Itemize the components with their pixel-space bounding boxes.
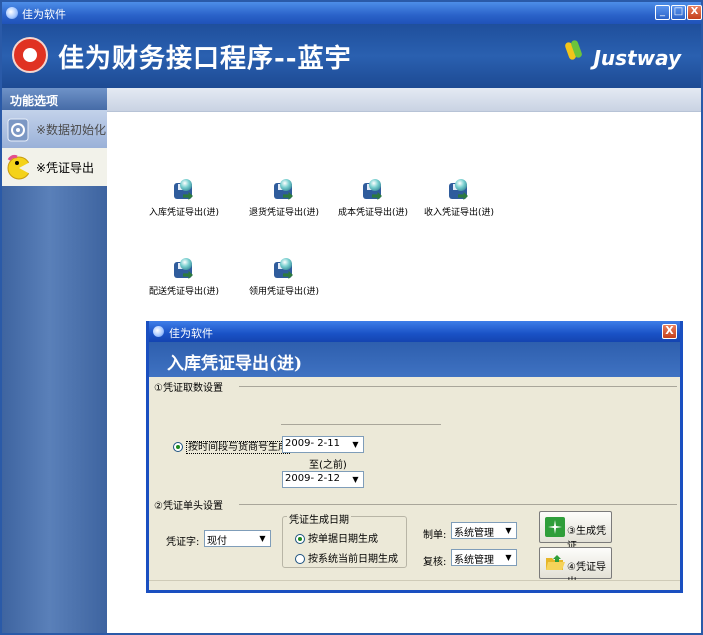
justway-logo-icon bbox=[564, 39, 583, 62]
inbound-voucher-export-item[interactable]: 入库凭证导出(进) bbox=[144, 179, 224, 218]
dialog-heading: 入库凭证导出(进) bbox=[149, 342, 680, 377]
title-bar: 佳为软件 _ □ X bbox=[2, 2, 702, 24]
maker-label: 制单: bbox=[423, 530, 447, 541]
sparkle-icon bbox=[545, 517, 565, 537]
return-voucher-export-item[interactable]: 退货凭证导出(进) bbox=[244, 179, 324, 218]
voucher-type-value: 现付 bbox=[207, 536, 227, 547]
item-label: 成本凭证导出(进) bbox=[337, 208, 409, 218]
maker-select[interactable]: 系统管理 ▼ bbox=[451, 522, 517, 539]
cost-voucher-export-item[interactable]: 成本凭证导出(进) bbox=[333, 179, 413, 218]
chevron-down-icon: ▼ bbox=[352, 475, 359, 484]
date-between-label: 至(之前) bbox=[309, 460, 347, 471]
radio-selected-icon bbox=[173, 442, 183, 452]
date-to-picker[interactable]: 2009- 2-12 ▼ bbox=[282, 471, 364, 488]
chevron-down-icon: ▼ bbox=[352, 440, 359, 449]
sidebar: 功能选项 ※数据初始化 ※凭证导出 bbox=[2, 88, 107, 633]
app-header: 佳为财务接口程序--蓝宇 Justway bbox=[2, 24, 701, 88]
sidebar-item-data-init[interactable]: ※数据初始化 bbox=[2, 110, 107, 148]
generate-voucher-button[interactable]: ③生成凭证 bbox=[539, 511, 612, 552]
section2-divider bbox=[239, 504, 677, 505]
sidebar-heading: 功能选项 bbox=[2, 88, 107, 110]
dialog-status-bar bbox=[149, 580, 680, 590]
time-range-radio-label: 按时间段与货商号生成 bbox=[186, 441, 290, 454]
date-from-picker[interactable]: 2009- 2-11 ▼ bbox=[282, 436, 364, 453]
item-label: 收入凭证导出(进) bbox=[423, 208, 495, 218]
dialog-app-icon bbox=[153, 326, 164, 337]
radio-selected-icon bbox=[295, 534, 305, 544]
voucher-type-select[interactable]: 现付 ▼ bbox=[204, 530, 271, 547]
export-dialog: 佳为软件 X 入库凭证导出(进) ①凭证取数设置 按时间段与货商号生成 2009… bbox=[146, 321, 683, 593]
item-label: 配送凭证导出(进) bbox=[148, 287, 220, 297]
disk-export-icon bbox=[173, 258, 195, 280]
dialog-title: 佳为软件 bbox=[169, 327, 213, 340]
export-voucher-button[interactable]: ④凭证导出 bbox=[539, 547, 612, 588]
maker-value: 系统管理 bbox=[454, 528, 494, 539]
voucher-date-group-title: 凭证生成日期 bbox=[287, 511, 351, 526]
app-icon bbox=[6, 7, 18, 19]
requisition-voucher-export-item[interactable]: 领用凭证导出(进) bbox=[244, 258, 324, 297]
dialog-close-button[interactable]: X bbox=[662, 324, 677, 339]
disk-export-icon bbox=[273, 179, 295, 201]
section1-inner-divider bbox=[281, 424, 441, 425]
voucher-type-label: 凭证字: bbox=[166, 537, 200, 548]
item-label: 退货凭证导出(进) bbox=[248, 208, 320, 218]
sidebar-background bbox=[2, 186, 107, 633]
disk-export-icon bbox=[173, 179, 195, 201]
dialog-title-bar: 佳为软件 X bbox=[149, 321, 680, 342]
date-to-value: 2009- 2-12 bbox=[285, 473, 340, 484]
section2-title: ②凭证单头设置 bbox=[154, 501, 223, 512]
at-sign-icon bbox=[7, 118, 29, 142]
app-title: 佳为财务接口程序--蓝宇 bbox=[58, 44, 352, 74]
reviewer-label: 复核: bbox=[423, 557, 447, 568]
chevron-down-icon: ▼ bbox=[505, 526, 512, 535]
disk-export-icon bbox=[362, 179, 384, 201]
section1-title: ①凭证取数设置 bbox=[154, 383, 223, 394]
sidebar-item-label: ※数据初始化 bbox=[36, 123, 107, 137]
chevron-down-icon: ▼ bbox=[259, 534, 266, 543]
time-range-radio[interactable]: 按时间段与货商号生成 bbox=[173, 438, 290, 454]
by-document-date-label: 按单据日期生成 bbox=[308, 534, 378, 545]
by-system-date-label: 按系统当前日期生成 bbox=[308, 554, 398, 565]
date-from-value: 2009- 2-11 bbox=[285, 438, 340, 449]
main-window: 佳为软件 _ □ X 佳为财务接口程序--蓝宇 Justway 功能选项 ※数据… bbox=[0, 0, 703, 635]
maximize-button[interactable]: □ bbox=[671, 5, 686, 20]
window-title: 佳为软件 bbox=[22, 8, 66, 21]
section1-divider bbox=[239, 386, 677, 387]
by-document-date-radio[interactable]: 按单据日期生成 bbox=[295, 530, 378, 545]
disk-export-icon bbox=[273, 258, 295, 280]
sidebar-item-label: ※凭证导出 bbox=[36, 161, 95, 175]
sidebar-item-voucher-export[interactable]: ※凭证导出 bbox=[2, 148, 107, 186]
item-label: 入库凭证导出(进) bbox=[148, 208, 220, 218]
folder-open-icon bbox=[546, 555, 565, 570]
radio-unselected-icon bbox=[295, 554, 305, 564]
minimize-button[interactable]: _ bbox=[655, 5, 670, 20]
brand-name: Justway bbox=[593, 46, 681, 70]
reviewer-select[interactable]: 系统管理 ▼ bbox=[451, 549, 517, 566]
chevron-down-icon: ▼ bbox=[505, 553, 512, 562]
item-label: 领用凭证导出(进) bbox=[248, 287, 320, 297]
disk-export-icon bbox=[448, 179, 470, 201]
income-voucher-export-item[interactable]: 收入凭证导出(进) bbox=[419, 179, 499, 218]
content-header-strip bbox=[107, 88, 701, 112]
by-system-date-radio[interactable]: 按系统当前日期生成 bbox=[295, 550, 398, 565]
reviewer-value: 系统管理 bbox=[454, 555, 494, 566]
close-button[interactable]: X bbox=[687, 5, 702, 20]
delivery-voucher-export-item[interactable]: 配送凭证导出(进) bbox=[144, 258, 224, 297]
pacman-icon bbox=[7, 154, 32, 180]
company-logo-icon bbox=[12, 37, 48, 73]
